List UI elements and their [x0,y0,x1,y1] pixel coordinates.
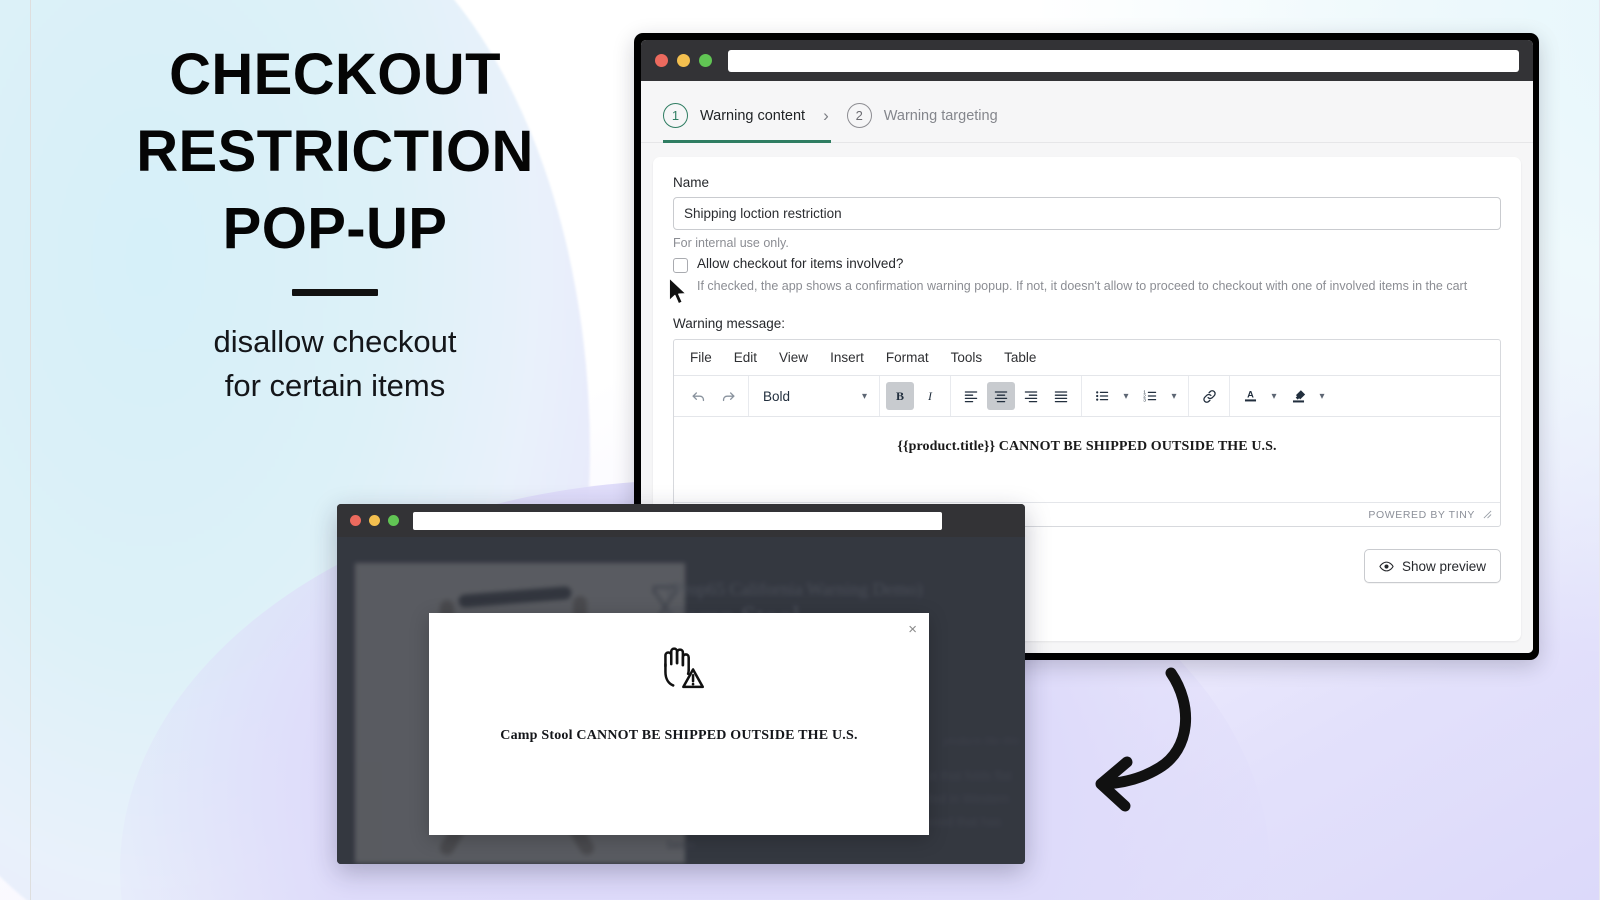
step-warning-targeting[interactable]: 2 Warning targeting [846,103,998,128]
bullet-list-chevron-down-icon[interactable]: ▾ [1118,382,1134,410]
menu-tools[interactable]: Tools [951,350,983,365]
divider-rule [292,289,378,297]
highlight-color-chevron-down-icon[interactable]: ▾ [1314,382,1330,410]
menu-table[interactable]: Table [1004,350,1036,365]
editor-branding-label: POWERED BY TINY [1368,508,1475,521]
text-color-icon[interactable]: A [1236,382,1264,410]
wizard-steps: 1 Warning content › 2 Warning targeting [641,81,1533,143]
warning-modal-message: Camp Stool CANNOT BE SHIPPED OUTSIDE THE… [500,728,858,743]
show-preview-label: Show preview [1401,558,1486,574]
admin-titlebar [641,40,1533,81]
editor-menubar: File Edit View Insert Format Tools Table [674,340,1500,376]
numbered-list-icon[interactable]: 123 [1136,382,1164,410]
editor-content-text: {{product.title}} CANNOT BE SHIPPED OUTS… [897,439,1277,454]
name-field-hint: For internal use only. [673,236,789,250]
name-input[interactable]: Shipping loction restriction [673,197,1501,230]
rich-text-editor: File Edit View Insert Format Tools Table [673,339,1501,527]
undo-icon[interactable] [684,382,712,410]
format-select-value: Bold [763,388,791,404]
mouse-cursor-icon [668,277,687,305]
align-justify-icon[interactable] [1047,382,1075,410]
promo-headline-line-1: CHECKOUT [169,42,501,107]
format-select[interactable]: Bold ▾ [755,382,873,410]
step-1-label: Warning content [700,107,806,124]
storefront-minimize-window-dot[interactable] [369,515,380,526]
stop-hand-warning-icon [664,647,704,689]
menu-view[interactable]: View [779,350,808,365]
promo-subtitle-line-1: disallow checkout [213,324,457,360]
svg-text:I: I [927,389,933,403]
storefront-page: (Prop65 California Warning Demo) Camp St… [337,537,1025,864]
allow-checkout-hint: If checked, the app shows a confirmation… [697,279,1468,293]
align-right-icon[interactable] [1017,382,1045,410]
editor-content-area[interactable]: {{product.title}} CANNOT BE SHIPPED OUTS… [674,417,1500,502]
editor-toolbar: Bold ▾ B I ▾ 1 2 3 ▾ A ▾ ▾ [674,376,1500,417]
storefront-address-bar[interactable] [413,511,942,530]
promo-subtitle-line-2: for certain items [224,368,446,404]
promo-subtitle: disallow checkout for certain items [55,320,615,408]
italic-icon[interactable]: I [916,382,944,410]
menu-insert[interactable]: Insert [830,350,864,365]
show-preview-button[interactable]: Show preview [1363,549,1501,583]
eye-icon [1379,561,1394,571]
promo-headline-line-3: POP-UP [222,196,448,262]
align-left-icon[interactable] [957,382,985,410]
maximize-window-dot[interactable] [699,54,712,67]
step-2-label: Warning targeting [883,107,998,124]
svg-text:B: B [896,389,904,403]
storefront-maximize-window-dot[interactable] [388,515,399,526]
name-field-label: Name [673,175,710,190]
bullet-list-icon[interactable] [1088,382,1116,410]
svg-text:3: 3 [1143,398,1146,404]
chevron-right-icon: › [823,105,829,125]
step-warning-content[interactable]: 1 Warning content [663,103,805,128]
allow-checkout-label: Allow checkout for items involved? [697,256,904,271]
bold-icon[interactable]: B [886,382,914,410]
resize-handle-icon[interactable] [1483,510,1492,519]
promo-headline-line-2: RESTRICTION [136,119,534,185]
storefront-window-controls[interactable] [350,515,399,526]
menu-file[interactable]: File [690,350,712,365]
close-window-dot[interactable] [655,54,668,67]
close-icon[interactable]: × [908,621,917,638]
storefront-browser-window: (Prop65 California Warning Demo) Camp St… [337,504,1025,864]
active-step-underline [663,140,831,143]
promo-headline: CHECKOUT RESTRICTION POP-UP [55,36,615,267]
step-2-number: 2 [846,103,872,128]
warning-modal: × Camp Stool CANNOT BE SHIPPED OUTSIDE T… [429,613,929,835]
promo-text-block: CHECKOUT RESTRICTION POP-UP disallow che… [55,36,615,408]
menu-edit[interactable]: Edit [734,350,757,365]
menu-format[interactable]: Format [886,350,929,365]
chevron-down-icon: ▾ [861,390,867,402]
storefront-close-window-dot[interactable] [350,515,361,526]
numbered-list-chevron-down-icon[interactable]: ▾ [1166,382,1182,410]
svg-text:A: A [1247,390,1254,400]
poster-canvas: CHECKOUT RESTRICTION POP-UP disallow che… [0,0,1600,900]
window-controls[interactable] [655,54,712,67]
storefront-titlebar [337,504,1025,537]
minimize-window-dot[interactable] [677,54,690,67]
align-center-icon[interactable] [987,382,1015,410]
warning-message-label: Warning message: [673,316,786,331]
link-icon[interactable] [1195,382,1223,410]
curved-arrow-icon [1095,667,1192,812]
allow-checkout-checkbox[interactable] [673,258,688,273]
redo-icon[interactable] [714,382,742,410]
address-bar[interactable] [728,49,1519,72]
left-border-line [30,0,31,900]
highlight-color-icon[interactable] [1284,382,1312,410]
text-color-chevron-down-icon[interactable]: ▾ [1266,382,1282,410]
step-1-number: 1 [663,103,688,128]
